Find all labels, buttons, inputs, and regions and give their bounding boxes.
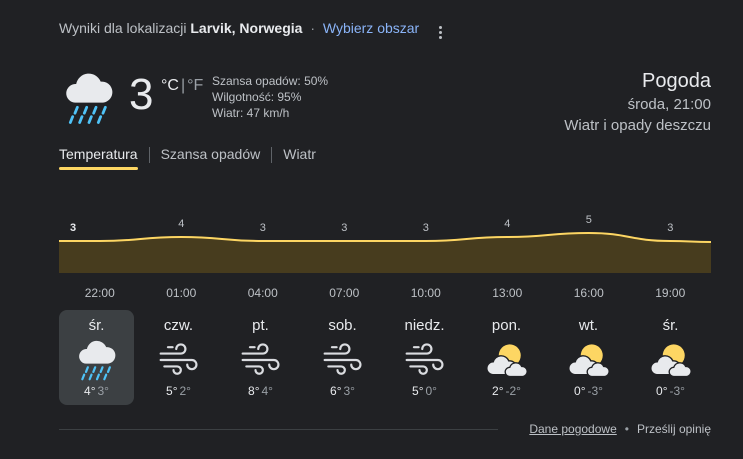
tabs: Temperatura Szansa opadów Wiatr [59, 146, 316, 174]
hour-axis: 22:00 01:00 04:00 07:00 10:00 13:00 16:00 19:00 [59, 286, 711, 302]
footer: Dane pogodowe • Prześlij opinię [529, 422, 711, 436]
wind-speed: Wiatr: 47 km/h [212, 106, 290, 120]
temperature-area [59, 233, 711, 273]
tab-temperature[interactable]: Temperatura [59, 146, 138, 170]
day-low: -2° [505, 384, 521, 398]
unit-separator: | [180, 77, 186, 94]
rain-cloud-icon [66, 73, 113, 124]
temperature-label: 3 [341, 222, 347, 234]
tab-precipitation[interactable]: Szansa opadów [161, 146, 261, 170]
day-name: śr. [662, 317, 679, 334]
hour-label: 07:00 [329, 286, 360, 300]
location-separator: · [310, 20, 315, 36]
temperature-label: 3 [423, 222, 429, 234]
location-name: Larvik, Norwegia [190, 20, 303, 36]
wind-icon [323, 343, 361, 375]
day-name: wt. [578, 317, 599, 334]
day-high: 0° [656, 384, 668, 398]
day-high: 8° [248, 384, 260, 398]
day-name: niedz. [404, 317, 445, 334]
day-card[interactable]: wt. 0° -3° [551, 310, 626, 405]
weather-data-link[interactable]: Dane pogodowe [529, 422, 616, 436]
hour-label: 01:00 [166, 286, 197, 300]
precip-chance: Szansa opadów: 50% [212, 74, 329, 88]
feedback-link[interactable]: Prześlij opinię [637, 422, 711, 436]
partly-cloudy-icon [485, 344, 528, 378]
day-high: 5° [412, 384, 424, 398]
weather-time: środa, 21:00 [627, 96, 711, 113]
day-high: 0° [574, 384, 586, 398]
hour-label: 04:00 [247, 286, 278, 300]
temperature-label: 3 [260, 222, 266, 234]
partly-cloudy-icon [567, 344, 610, 378]
day-low: -3° [587, 384, 603, 398]
more-options-icon[interactable] [431, 20, 449, 44]
tab-divider [271, 147, 273, 163]
weather-details: Szansa opadów: 50% Wilgotność: 95% Wiatr… [212, 73, 328, 121]
day-temperatures: 6° 3° [305, 383, 380, 399]
hour-label: 16:00 [573, 286, 604, 300]
unit-celsius[interactable]: °C [161, 77, 179, 94]
wind-icon [159, 343, 197, 375]
wind-icon [405, 343, 443, 375]
day-card[interactable]: śr. 0° -3° [633, 310, 708, 405]
day-card[interactable]: sob. 6° 3° [305, 310, 380, 405]
day-name: sob. [328, 317, 357, 334]
hour-label: 19:00 [655, 286, 686, 300]
day-temperatures: 2° -2° [469, 383, 544, 399]
day-temperatures: 8° 4° [223, 383, 298, 399]
day-low: 3° [97, 384, 109, 398]
temperature-chart: 3 4 3 3 3 4 5 3 [59, 214, 711, 273]
day-low: 2° [179, 384, 191, 398]
day-name: pon. [491, 317, 522, 334]
temperature-label: 5 [586, 214, 592, 226]
footer-divider [59, 429, 498, 430]
footer-dot: • [624, 422, 629, 436]
day-temperatures: 5° 0° [387, 383, 462, 399]
weather-summary: Pogoda środa, 21:00 Wiatr i opady deszcz… [564, 68, 711, 136]
day-high: 4° [84, 384, 96, 398]
day-high: 6° [330, 384, 342, 398]
tab-divider [148, 147, 150, 163]
temperature-label: 3 [667, 222, 673, 234]
humidity: Wilgotność: 95% [212, 90, 302, 104]
choose-area-link[interactable]: Wybierz obszar [323, 20, 419, 36]
day-temperatures: 0° -3° [633, 383, 708, 399]
day-temperatures: 0° -3° [551, 383, 626, 399]
day-temperatures: 5° 2° [141, 383, 216, 399]
unit-toggle: °C | °F [161, 77, 203, 95]
day-low: -3° [669, 384, 685, 398]
day-card[interactable]: pon. 2° -2° [469, 310, 544, 405]
day-low: 3° [343, 384, 355, 398]
temperature-label: 3 [70, 222, 76, 234]
day-card[interactable]: niedz. 5° 0° [387, 310, 462, 405]
current-temperature: 3 [129, 70, 154, 119]
day-card[interactable]: śr. 4° 3° [59, 310, 134, 405]
temperature-label: 4 [178, 218, 184, 230]
location-prefix: Wyniki dla lokalizacji [59, 20, 187, 36]
temperature-label: 4 [504, 218, 510, 230]
hour-label: 22:00 [84, 286, 115, 300]
wind-icon [241, 343, 279, 375]
day-high: 5° [166, 384, 178, 398]
day-name: pt. [252, 317, 269, 334]
hour-label: 13:00 [492, 286, 523, 300]
day-high: 2° [492, 384, 504, 398]
day-low: 4° [261, 384, 273, 398]
daily-forecast: śr. 4° 3° czw. 5° 2° pt. 8° 4° sob. 6° 3° niedz. 5° 0°… [59, 310, 715, 406]
day-name: czw. [163, 317, 194, 334]
day-temperatures: 4° 3° [59, 383, 134, 399]
weather-condition: Wiatr i opady deszczu [564, 117, 711, 134]
rain-cloud-icon [78, 340, 115, 381]
day-card[interactable]: czw. 5° 2° [141, 310, 216, 405]
hour-label: 10:00 [410, 286, 441, 300]
day-card[interactable]: pt. 8° 4° [223, 310, 298, 405]
weather-title: Pogoda [642, 70, 711, 92]
unit-fahrenheit[interactable]: °F [187, 77, 203, 94]
day-low: 0° [425, 384, 437, 398]
partly-cloudy-icon [649, 344, 692, 378]
tab-wind[interactable]: Wiatr [283, 146, 316, 170]
day-name: śr. [88, 317, 105, 334]
location-line: Wyniki dla lokalizacji Larvik, Norwegia … [59, 20, 419, 36]
